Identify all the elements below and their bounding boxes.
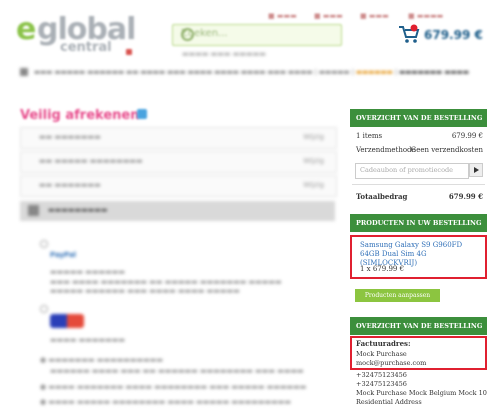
shipping-value: Geen verzendkosten — [410, 146, 483, 154]
step-label: ▬▬▬▬▬▬▬▬▬ — [48, 206, 108, 214]
payment-option[interactable]: ● ▬▬▬▬▬▬▬ ▬▬▬▬▬▬▬▬▬▬ — [40, 356, 163, 364]
payment-radio-1[interactable] — [40, 240, 48, 248]
total-label: Totaalbedrag — [356, 192, 408, 201]
paypal-logo: PayPal — [50, 251, 77, 259]
step-label: ▬▬ ▬▬▬▬▬ ▬▬▬▬▬▬▬▬ — [39, 157, 143, 165]
divider — [352, 184, 485, 185]
step-edit-link[interactable]: Wijzig — [303, 181, 324, 189]
logo-central: central — [60, 40, 112, 55]
category-nav[interactable]: ▬▬▬ ▬▬▬▬▬ ▬▬▬▬▬▬ ▬▬ ▬▬▬▬ ▬▬▬ ▬▬▬▬ ▬▬▬▬ ▬… — [20, 68, 487, 82]
cart-icon[interactable] — [398, 24, 420, 44]
card-logo-icon — [50, 314, 84, 328]
top-link-2[interactable]: ■ ▬▬▬ — [314, 12, 343, 20]
payment-text: ▬▬▬▬▬ ▬▬▬▬▬▬ ▬▬▬ ▬▬▬▬ ▬▬▬▬ ▬▬▬▬▬ — [50, 287, 240, 295]
step-edit-link[interactable]: Wijzig — [303, 133, 324, 141]
billing-address: Mock Purchase Mock Belgium Mock 1000 — [356, 389, 487, 397]
home-icon[interactable] — [20, 68, 28, 76]
product-link[interactable]: Samsung Galaxy S9 G960FD 64GB Dual Sim 4… — [360, 241, 480, 268]
billing-label: Factuuradres: — [356, 339, 411, 348]
top-link-3[interactable]: ■ ▬▬▬ — [360, 12, 389, 20]
top-links[interactable]: ■ ▬▬▬ ■ ▬▬▬ ■ ▬▬▬ ■ ▬▬▬▬ — [268, 6, 487, 20]
billing-email: mock@purchase.com — [356, 359, 427, 367]
billing-heading: OVERZICHT VAN DE BESTELLING — [350, 317, 487, 335]
product-qty-price: 1 x 679.99 € — [360, 265, 405, 273]
billing-phone-1: +32475123456 — [356, 371, 407, 379]
total-value: 679.99 € — [448, 192, 483, 201]
logo-e: e — [16, 12, 37, 47]
products-heading: PRODUCTEN IN UW BESTELLING — [350, 214, 487, 232]
step-number — [28, 205, 39, 216]
summary-heading: OVERZICHT VAN DE BESTELLING — [350, 109, 487, 127]
edit-products-button[interactable]: Producten aanpassen — [355, 289, 440, 302]
payment-text: ▬▬▬▬▬ ▬▬▬▬▬▬ — [50, 268, 125, 276]
promo-code-input[interactable]: Cadeaubon of promotiecode — [355, 163, 469, 179]
page-title: Veilig afrekenen — [20, 108, 140, 123]
promo-apply-button[interactable] — [469, 163, 483, 177]
search-icon[interactable] — [181, 28, 194, 41]
checkout-step-2[interactable]: ▬▬ ▬▬▬▬▬ ▬▬▬▬▬▬▬▬ Wijzig — [20, 151, 337, 173]
top-link-1[interactable]: ■ ▬▬▬ — [268, 12, 297, 20]
logo-dot — [126, 49, 132, 55]
cart-total[interactable]: 679.99 € — [424, 28, 483, 42]
info-icon[interactable] — [137, 109, 147, 119]
search-hint: ▬▬▬▬ ▬▬▬ ▬▬▬▬▬ — [182, 50, 266, 58]
site-logo[interactable]: e global central — [0, 0, 140, 64]
promo-placeholder: Cadeaubon of promotiecode — [360, 166, 453, 174]
step-edit-link[interactable]: Wijzig — [303, 157, 324, 165]
billing-address-type: Residential Address — [356, 398, 422, 406]
payment-text: ▬▬▬▬ ▬▬▬▬▬▬▬ — [50, 336, 125, 344]
payment-text: ▬▬▬ ▬▬▬▬ ▬▬▬▬▬▬▬ ▬▬ ▬▬▬▬▬ ▬▬▬▬▬▬▬ ▬▬▬▬▬ — [50, 278, 282, 286]
top-link-4[interactable]: ■ ▬▬▬▬ — [408, 12, 443, 20]
billing-name: Mock Purchase — [356, 350, 407, 358]
payment-option[interactable]: ● ▬▬▬▬ ▬▬▬▬▬ ▬▬▬▬▬▬▬▬ ▬▬▬▬ ▬▬▬▬▬ ▬▬▬▬▬▬▬… — [40, 398, 291, 406]
shipping-label: Verzendmethode — [356, 146, 416, 154]
checkout-step-payment: ▬▬▬▬▬▬▬▬▬ — [20, 201, 335, 221]
step-label: ▬▬ ▬▬▬▬▬▬▬ — [39, 133, 101, 141]
items-price: 679.99 € — [451, 132, 483, 140]
billing-phone-2: +32475123456 — [356, 380, 407, 388]
payment-text: ▬▬▬▬▬▬ ▬▬▬▬ ▬▬▬ ▬▬ ▬▬▬▬▬▬ ▬▬▬▬▬▬▬▬ ▬▬▬ ▬… — [50, 367, 304, 375]
checkout-step-1[interactable]: ▬▬ ▬▬▬▬▬▬▬ Wijzig — [20, 127, 337, 149]
step-label: ▬▬ ▬▬▬▬▬▬▬ — [39, 181, 101, 189]
items-count: 1 items — [356, 132, 383, 140]
checkout-step-3[interactable]: ▬▬ ▬▬▬▬▬▬▬ Wijzig — [20, 175, 337, 197]
search-input[interactable]: Zoeken... — [172, 24, 342, 46]
payment-radio-2[interactable] — [40, 305, 48, 313]
payment-option[interactable]: ● ▬▬▬▬ ▬▬▬▬▬▬▬ ▬▬▬▬ ▬▬▬▬▬▬▬▬ ▬▬▬ ▬▬▬▬▬ ▬… — [40, 383, 306, 391]
